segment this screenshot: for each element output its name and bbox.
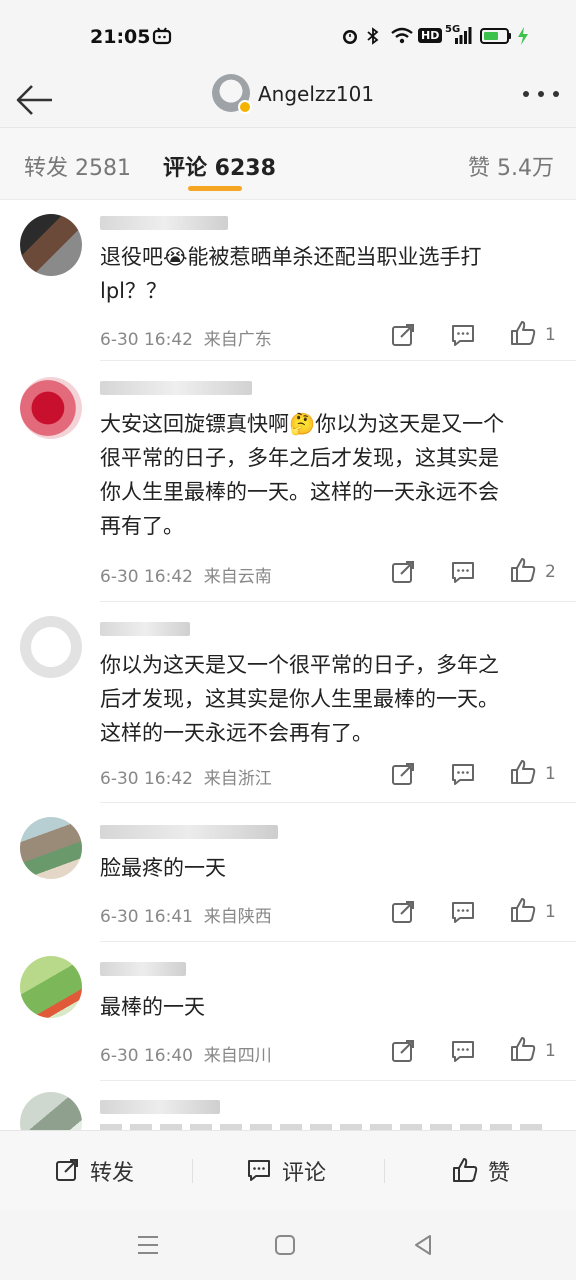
commenter-name[interactable] xyxy=(100,825,278,839)
comment-item: 最棒的一天 6-30 16:40 来自四川 1 xyxy=(0,942,576,1081)
bar-separator xyxy=(384,1159,385,1183)
like-icon[interactable] xyxy=(510,557,536,583)
like-count: 2 xyxy=(545,562,556,582)
commenter-name[interactable] xyxy=(100,1100,220,1114)
commenter-name[interactable] xyxy=(100,381,252,395)
share-icon[interactable] xyxy=(390,1038,416,1064)
share-icon[interactable] xyxy=(390,899,416,925)
comment-item: 脸最疼的一天 6-30 16:41 来自陕西 1 xyxy=(0,803,576,943)
comment-item: 退役吧😭能被惹晒单杀还配当职业选手打 lpl？？ 6-30 16:42 来自广东… xyxy=(0,200,576,361)
like-count: 1 xyxy=(545,764,556,784)
menu-icon[interactable] xyxy=(136,1234,160,1256)
share-icon[interactable] xyxy=(390,559,416,585)
commenter-name[interactable] xyxy=(100,216,228,230)
comment-text: 最棒的一天 xyxy=(100,995,205,1019)
home-icon[interactable] xyxy=(274,1234,296,1256)
commenter-name[interactable] xyxy=(100,962,186,976)
reply-icon[interactable] xyxy=(450,559,476,585)
comment-item: 你以为这天是又一个很平常的日子，多年之 后才发现，这其实是你人生里最棒的一天。 … xyxy=(0,602,576,803)
comment-item: 大安这回旋镖真快啊🤔你以为这天是又一个 很平常的日子，多年之后才发现，这其实是 … xyxy=(0,361,576,602)
back-arrow-icon[interactable] xyxy=(14,80,56,120)
commenter-avatar[interactable] xyxy=(20,1092,82,1130)
wifi-icon xyxy=(391,27,413,44)
back-triangle-icon[interactable] xyxy=(412,1234,434,1256)
username[interactable]: Angelzz101 xyxy=(258,82,374,106)
comment-text: 脸最疼的一天 xyxy=(100,856,226,880)
commenter-avatar[interactable] xyxy=(20,956,82,1018)
status-bar: 21:05 HD 5G xyxy=(0,0,576,70)
system-nav-bar xyxy=(0,1210,576,1280)
bottom-action-bar: 转发 评论 赞 xyxy=(0,1130,576,1210)
alarm-icon xyxy=(343,30,357,44)
repost-icon xyxy=(56,1159,78,1181)
like-icon[interactable] xyxy=(510,759,536,785)
bluetooth-icon xyxy=(367,27,379,45)
hd-badge: HD xyxy=(418,28,443,43)
comment-item-partial xyxy=(0,1080,576,1130)
like-icon[interactable] xyxy=(510,897,536,923)
commenter-avatar[interactable] xyxy=(20,616,82,678)
verified-badge-icon xyxy=(238,100,252,114)
reply-icon[interactable] xyxy=(450,322,476,348)
commenter-name[interactable] xyxy=(100,622,190,636)
comment-icon xyxy=(248,1160,270,1181)
bar-separator xyxy=(192,1159,193,1183)
active-tab-indicator xyxy=(188,186,242,191)
comment-text: 你以为这天是又一个很平常的日子，多年之 后才发现，这其实是你人生里最棒的一天。 … xyxy=(100,653,499,745)
like-count: 1 xyxy=(545,902,556,922)
comment-text: 退役吧😭能被惹晒单杀还配当职业选手打 lpl？？ xyxy=(100,245,482,303)
reply-icon[interactable] xyxy=(450,1038,476,1064)
comment-meta: 6-30 16:42 来自云南 xyxy=(100,567,272,587)
tab-reposts[interactable]: 转发 2581 xyxy=(24,150,131,182)
more-options-icon[interactable] xyxy=(520,84,562,104)
like-count: 1 xyxy=(545,1041,556,1061)
tab-likes[interactable]: 赞 5.4万 xyxy=(468,150,554,182)
charging-icon xyxy=(518,27,528,45)
tab-bar: 转发 2581 评论 6238 赞 5.4万 xyxy=(0,128,576,200)
comment-meta: 6-30 16:41 来自陕西 xyxy=(100,907,272,927)
tab-comments[interactable]: 评论 6238 xyxy=(163,150,276,182)
top-nav: Angelzz101 xyxy=(0,70,576,128)
share-icon[interactable] xyxy=(390,322,416,348)
status-time: 21:05 xyxy=(90,26,151,48)
signal-icon xyxy=(455,27,472,44)
commenter-avatar[interactable] xyxy=(20,214,82,276)
comment-text: 大安这回旋镖真快啊🤔你以为这天是又一个 很平常的日子，多年之后才发现，这其实是 … xyxy=(100,412,505,538)
battery-icon xyxy=(480,28,511,44)
commenter-avatar[interactable] xyxy=(20,377,82,439)
like-icon[interactable] xyxy=(510,1036,536,1062)
comment-meta: 6-30 16:42 来自广东 xyxy=(100,330,272,350)
comment-meta: 6-30 16:40 来自四川 xyxy=(100,1046,272,1066)
commenter-avatar[interactable] xyxy=(20,817,82,879)
share-icon[interactable] xyxy=(390,761,416,787)
like-count: 1 xyxy=(545,325,556,345)
bilibili-icon xyxy=(152,27,172,45)
reply-icon[interactable] xyxy=(450,761,476,787)
comment-meta: 6-30 16:42 来自浙江 xyxy=(100,769,272,789)
thumbs-up-icon xyxy=(453,1158,478,1182)
reply-icon[interactable] xyxy=(450,899,476,925)
like-icon[interactable] xyxy=(510,320,536,346)
